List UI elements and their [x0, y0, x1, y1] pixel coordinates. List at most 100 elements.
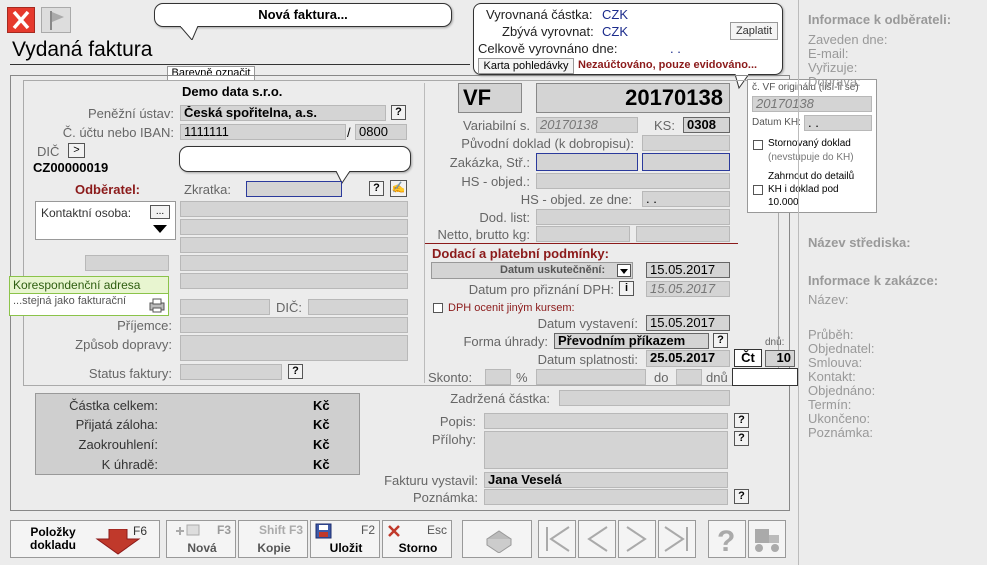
- customer-short-field[interactable]: [246, 181, 342, 197]
- issued-by-field[interactable]: Jana Veselá: [484, 472, 728, 488]
- prev-record-button[interactable]: [578, 520, 616, 558]
- close-icon[interactable]: [7, 7, 35, 33]
- other-rate-checkbox[interactable]: [433, 303, 443, 313]
- retained-field[interactable]: [559, 390, 730, 406]
- orig-vf-field[interactable]: 20170138: [752, 96, 872, 112]
- contact-dropdown-icon[interactable]: [152, 224, 168, 234]
- bank-code-field[interactable]: 0800: [355, 124, 407, 140]
- pay-button[interactable]: Zaplatit: [730, 22, 778, 40]
- hs-order-label: HS - objed.:: [461, 174, 530, 189]
- first-record-button[interactable]: [538, 520, 576, 558]
- discount-days-field[interactable]: [732, 368, 798, 386]
- hs-date-label: HS - objed. ze dne:: [520, 192, 632, 207]
- first-icon: [546, 526, 570, 552]
- recipient-field[interactable]: [180, 317, 408, 333]
- status-text: Nezaúčtováno, pouze evidováno...: [578, 59, 758, 71]
- bank-field[interactable]: Česká spořitelna, a.s.: [180, 105, 386, 121]
- last-record-button[interactable]: [658, 520, 696, 558]
- transport-label: Způsob dopravy:: [75, 337, 172, 352]
- printer-icon[interactable]: [148, 297, 166, 313]
- discount-label: Skonto:: [428, 370, 473, 385]
- customer-dic-field[interactable]: [308, 299, 408, 315]
- status-help-button[interactable]: ?: [288, 364, 303, 379]
- payment-form-help[interactable]: ?: [713, 333, 728, 348]
- items-button[interactable]: Položky dokladu F6: [10, 520, 160, 558]
- doc-prefix: VF: [458, 83, 522, 113]
- customer-name-field[interactable]: [180, 201, 408, 217]
- due-total-currency: Kč: [313, 457, 330, 472]
- issue-date-field[interactable]: 15.05.2017: [646, 315, 730, 331]
- center-field[interactable]: [642, 153, 730, 171]
- order-info-item: Termín:: [808, 397, 852, 412]
- vat-info-button[interactable]: i: [619, 281, 634, 296]
- hs-date-field[interactable]: . .: [642, 191, 730, 207]
- next-record-button[interactable]: [618, 520, 656, 558]
- customer-city-field[interactable]: [180, 255, 408, 271]
- note-field[interactable]: [484, 489, 728, 505]
- storno-button[interactable]: Esc Storno: [382, 520, 452, 558]
- order-info-item: Smlouva:: [808, 355, 863, 370]
- advance-label: Přijatá záloha:: [75, 417, 158, 432]
- discount-until-field[interactable]: [676, 369, 702, 385]
- orig-doc-field[interactable]: [642, 135, 730, 151]
- customer-info-head: Informace k odběrateli:: [808, 12, 952, 27]
- new-button-key: F3: [216, 523, 231, 537]
- help-button[interactable]: ?: [708, 520, 746, 558]
- due-date-field[interactable]: 25.05.2017: [646, 350, 730, 367]
- print-button[interactable]: [462, 520, 532, 558]
- netto-field[interactable]: [536, 226, 630, 242]
- order-info-head: Informace k zakázce:: [808, 273, 939, 288]
- save-icon: [315, 523, 332, 539]
- realization-label: Datum uskutečnění:: [500, 264, 606, 276]
- description-help[interactable]: ?: [734, 413, 749, 428]
- customer-street-field[interactable]: [180, 237, 408, 253]
- include-checkbox[interactable]: [753, 185, 763, 195]
- realization-dropdown-icon[interactable]: [617, 264, 631, 277]
- kh-date-field[interactable]: . .: [804, 115, 872, 131]
- flag-icon[interactable]: [41, 7, 71, 33]
- customer-ico-field[interactable]: [180, 299, 270, 315]
- contact-browse-button[interactable]: ...: [150, 205, 170, 219]
- note-help[interactable]: ?: [734, 489, 749, 504]
- receivable-card-button[interactable]: Karta pohledávky: [478, 58, 574, 74]
- vs-field[interactable]: 20170138: [536, 117, 638, 133]
- payment-form-field[interactable]: Převodním příkazem: [554, 333, 709, 349]
- items-button-key: F6: [132, 524, 147, 538]
- tools-button[interactable]: [748, 520, 786, 558]
- customer-help-button[interactable]: ?: [369, 181, 384, 196]
- new-button[interactable]: F3 Nová: [166, 520, 236, 558]
- delivery-field[interactable]: [536, 209, 730, 225]
- ks-field[interactable]: 0308: [683, 117, 730, 133]
- customer-zip-field[interactable]: [85, 255, 169, 271]
- dic-expand-button[interactable]: >: [68, 143, 85, 158]
- hs-order-field[interactable]: [536, 173, 730, 189]
- copy-button[interactable]: Shift F3 Kopie: [238, 520, 308, 558]
- brutto-field[interactable]: [636, 226, 730, 242]
- realization-select[interactable]: Datum uskutečnění:: [431, 262, 633, 279]
- attachments-field[interactable]: [484, 431, 728, 469]
- note-callout: [179, 146, 411, 172]
- attachments-help[interactable]: ?: [734, 431, 749, 446]
- vat-date-field[interactable]: 15.05.2017: [646, 281, 730, 297]
- storno-checkbox[interactable]: [753, 140, 763, 150]
- customer-line2-field[interactable]: [180, 219, 408, 235]
- invoice-status-field[interactable]: [180, 364, 282, 380]
- correspondence-address-box[interactable]: Korespondenční adresa ...stejná jako fak…: [9, 276, 169, 316]
- customer-country-field[interactable]: [180, 273, 408, 289]
- discount-percent-sign: %: [516, 370, 528, 385]
- save-button[interactable]: F2 Uložit: [310, 520, 380, 558]
- transport-field[interactable]: [180, 335, 408, 361]
- hand-icon[interactable]: ✍: [390, 180, 407, 197]
- discount-percent-field[interactable]: [485, 369, 511, 385]
- bank-help-button[interactable]: ?: [391, 105, 406, 120]
- remaining-currency: CZK: [602, 24, 628, 39]
- advance-currency: Kč: [313, 417, 330, 432]
- account-label: Č. účtu nebo IBAN:: [62, 125, 174, 140]
- account-field[interactable]: 1111111: [180, 124, 346, 140]
- order-field[interactable]: [536, 153, 638, 171]
- description-field[interactable]: [484, 413, 728, 429]
- orig-doc-label: Původní doklad (k dobropisu):: [461, 136, 634, 151]
- realization-date-field[interactable]: 15.05.2017: [646, 262, 730, 278]
- due-days-field[interactable]: 10: [765, 350, 795, 367]
- discount-amount-field[interactable]: [536, 369, 646, 385]
